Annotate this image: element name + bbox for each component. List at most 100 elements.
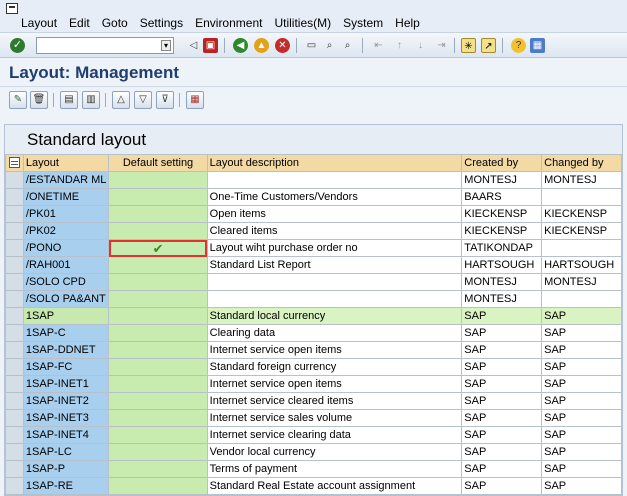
- cell-created-by[interactable]: SAP: [461, 460, 543, 478]
- last-page-icon[interactable]: ⇥: [434, 38, 449, 53]
- cell-default-setting[interactable]: [108, 307, 208, 325]
- cell-changed-by[interactable]: SAP: [541, 426, 622, 444]
- table-row[interactable]: /ESTANDAR ML MONTESJ MONTESJ: [5, 171, 622, 189]
- table-row[interactable]: 1SAP-DDNET Internet service open items SAP…: [5, 341, 622, 359]
- cell-default-setting[interactable]: [108, 460, 208, 478]
- command-field[interactable]: ▾: [36, 37, 174, 54]
- create-session-icon[interactable]: ✳: [461, 38, 476, 53]
- cell-layout[interactable]: /RAH001: [22, 256, 110, 274]
- row-selector[interactable]: [5, 324, 24, 342]
- cell-layout[interactable]: 1SAP-C: [22, 324, 110, 342]
- set-filter-icon[interactable]: ⊽: [156, 91, 174, 109]
- cell-changed-by[interactable]: KIECKENSP: [541, 222, 622, 240]
- back-icon[interactable]: ◁: [186, 38, 201, 53]
- cell-changed-by[interactable]: SAP: [541, 409, 622, 427]
- cell-description[interactable]: Internet service sales volume: [206, 409, 463, 427]
- cell-layout[interactable]: 1SAP-LC: [22, 443, 110, 461]
- delete-icon[interactable]: 🗑: [30, 91, 48, 109]
- cell-layout[interactable]: 1SAP-INET1: [22, 375, 110, 393]
- table-row[interactable]: 1SAP-INET2 Internet service cleared items…: [5, 392, 622, 410]
- cell-default-setting[interactable]: [108, 256, 208, 274]
- cell-description[interactable]: Standard List Report: [206, 256, 463, 274]
- cell-changed-by[interactable]: KIECKENSP: [541, 205, 622, 223]
- cell-default-setting[interactable]: [108, 341, 208, 359]
- save-icon[interactable]: ▣: [203, 38, 218, 53]
- column-header-layout[interactable]: Layout: [22, 154, 110, 172]
- cell-layout[interactable]: 1SAP: [22, 307, 110, 325]
- table-row[interactable]: /ONETIME One-Time Customers/Vendors BAARS: [5, 188, 622, 206]
- cell-layout[interactable]: /PONO: [22, 239, 110, 257]
- cell-changed-by[interactable]: MONTESJ: [541, 273, 622, 291]
- row-selector[interactable]: [5, 273, 24, 291]
- cell-layout[interactable]: 1SAP-P: [22, 460, 110, 478]
- cell-created-by[interactable]: MONTESJ: [461, 290, 543, 308]
- cell-changed-by[interactable]: SAP: [541, 341, 622, 359]
- cell-changed-by[interactable]: SAP: [541, 443, 622, 461]
- cell-layout[interactable]: 1SAP-DDNET: [22, 341, 110, 359]
- help-icon[interactable]: ?: [511, 38, 526, 53]
- select-all-icon[interactable]: [9, 157, 20, 168]
- cell-layout[interactable]: /ONETIME: [22, 188, 110, 206]
- print-icon[interactable]: ▭: [304, 38, 319, 53]
- cell-description[interactable]: Layout wiht purchase order no: [206, 239, 463, 257]
- row-selector[interactable]: [5, 256, 24, 274]
- cell-created-by[interactable]: SAP: [461, 443, 543, 461]
- cell-created-by[interactable]: SAP: [461, 375, 543, 393]
- menu-layout[interactable]: Layout: [21, 16, 57, 30]
- cell-description[interactable]: Standard local currency: [206, 307, 463, 325]
- cell-default-setting[interactable]: [108, 324, 208, 342]
- cell-created-by[interactable]: TATIKONDAP: [461, 239, 543, 257]
- cell-created-by[interactable]: KIECKENSP: [461, 222, 543, 240]
- cell-description[interactable]: Standard Real Estate account assignment: [206, 477, 463, 495]
- cell-changed-by[interactable]: [541, 239, 622, 257]
- menu-environment[interactable]: Environment: [195, 16, 262, 30]
- table-row[interactable]: 1SAP-INET1 Internet service open items SAP…: [5, 375, 622, 393]
- cell-created-by[interactable]: MONTESJ: [461, 171, 543, 189]
- select-layout-icon[interactable]: ✎: [9, 91, 27, 109]
- row-selector[interactable]: [5, 443, 24, 461]
- cell-description[interactable]: Cleared items: [206, 222, 463, 240]
- system-menu-icon[interactable]: [6, 3, 18, 14]
- table-row[interactable]: /PONO ✔ Layout wiht purchase order no TATIK…: [5, 239, 622, 257]
- column-header-default-setting[interactable]: Default setting: [108, 154, 208, 172]
- row-selector[interactable]: [5, 188, 24, 206]
- find-icon[interactable]: ⌕: [322, 38, 337, 53]
- cell-changed-by[interactable]: HARTSOUGH: [541, 256, 622, 274]
- table-row[interactable]: 1SAP Standard local currency SAP SAP: [5, 307, 622, 325]
- row-selector[interactable]: [5, 171, 24, 189]
- row-selector[interactable]: [5, 392, 24, 410]
- cell-layout[interactable]: 1SAP-FC: [22, 358, 110, 376]
- cell-changed-by[interactable]: SAP: [541, 324, 622, 342]
- column-header-changed-by[interactable]: Changed by: [541, 154, 622, 172]
- menu-edit[interactable]: Edit: [69, 16, 90, 30]
- cell-layout[interactable]: 1SAP-RE: [22, 477, 110, 495]
- menu-system[interactable]: System: [343, 16, 383, 30]
- cell-default-setting[interactable]: [108, 443, 208, 461]
- row-selector[interactable]: [5, 358, 24, 376]
- table-row[interactable]: 1SAP-INET3 Internet service sales volume S…: [5, 409, 622, 427]
- cell-layout[interactable]: /ESTANDAR ML: [22, 171, 110, 189]
- table-row[interactable]: 1SAP-FC Standard foreign currency SAP SAP: [5, 358, 622, 376]
- cell-layout[interactable]: 1SAP-INET4: [22, 426, 110, 444]
- cell-changed-by[interactable]: SAP: [541, 460, 622, 478]
- table-row[interactable]: /SOLO PA&ANT MONTESJ: [5, 290, 622, 308]
- export-icon[interactable]: ▤: [60, 91, 78, 109]
- cell-layout[interactable]: 1SAP-INET2: [22, 392, 110, 410]
- menu-settings[interactable]: Settings: [140, 16, 183, 30]
- table-row[interactable]: /PK02 Cleared items KIECKENSP KIECKENSP: [5, 222, 622, 240]
- cell-changed-by[interactable]: MONTESJ: [541, 171, 622, 189]
- find-next-icon[interactable]: ⌕: [340, 38, 355, 53]
- row-selector[interactable]: [5, 460, 24, 478]
- menu-utilities[interactable]: Utilities(M): [274, 16, 331, 30]
- row-selector[interactable]: [5, 205, 24, 223]
- select-all-cell[interactable]: [5, 154, 24, 172]
- cell-created-by[interactable]: HARTSOUGH: [461, 256, 543, 274]
- table-row[interactable]: 1SAP-RE Standard Real Estate account assi…: [5, 477, 622, 495]
- first-page-icon[interactable]: ⇤: [371, 38, 386, 53]
- cell-changed-by[interactable]: SAP: [541, 358, 622, 376]
- command-input[interactable]: [37, 38, 157, 53]
- row-selector[interactable]: [5, 341, 24, 359]
- cell-layout[interactable]: 1SAP-INET3: [22, 409, 110, 427]
- grid-settings-icon[interactable]: ▦: [186, 91, 204, 109]
- cell-default-setting[interactable]: [108, 290, 208, 308]
